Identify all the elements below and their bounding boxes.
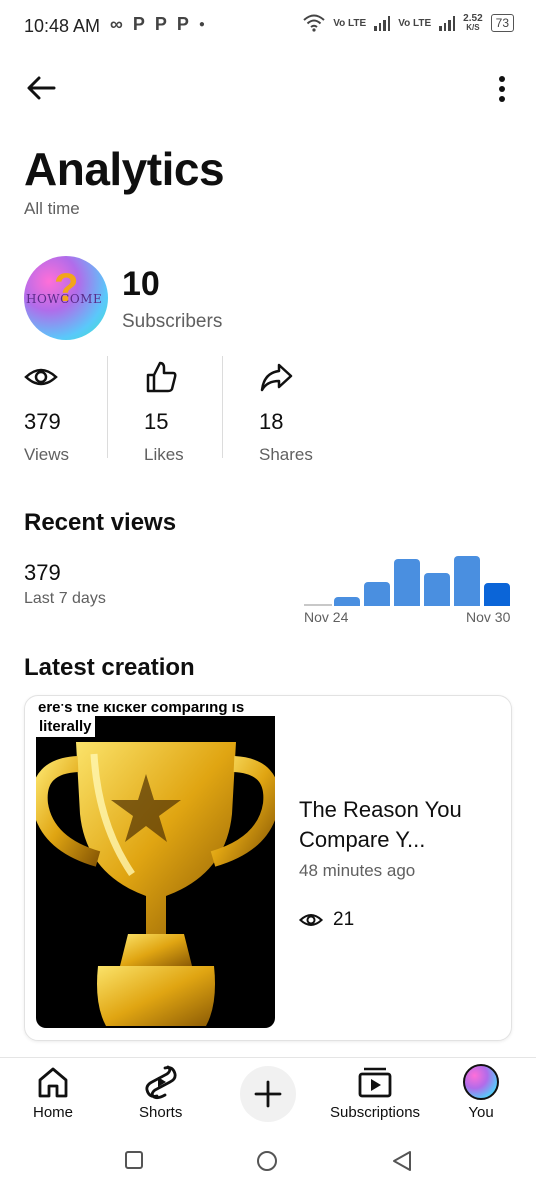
nav-subscriptions[interactable]: Subscriptions xyxy=(330,1064,420,1121)
video-thumbnail[interactable]: ere's the kicker comparing is literally xyxy=(36,704,275,1028)
stat-shares: 18 Shares xyxy=(259,360,313,465)
chart-bar xyxy=(454,556,480,606)
nav-home[interactable]: Home xyxy=(33,1064,73,1121)
stat-divider xyxy=(222,356,223,458)
status-right-icons: Vo LTE Vo LTE 2.52 K/S 73 xyxy=(303,14,514,32)
status-bar: 10:48 AM ∞ P P P ● Vo LTE Vo LTE 2.52 K/S… xyxy=(0,0,536,52)
signal-icon xyxy=(374,15,391,31)
subscribers-label: Subscribers xyxy=(122,311,223,332)
eye-icon xyxy=(24,368,58,386)
recent-views-period: Last 7 days xyxy=(24,590,106,607)
arrow-left-icon xyxy=(27,76,56,100)
avatar-logo-text: HOWCOME xyxy=(26,292,103,306)
system-home-button[interactable] xyxy=(256,1150,278,1177)
wifi-icon xyxy=(303,14,325,32)
page-title: Analytics xyxy=(24,143,225,195)
chart-bar xyxy=(394,559,420,606)
signal-icon xyxy=(439,15,456,31)
share-icon xyxy=(260,363,293,392)
status-time: 10:48 AM xyxy=(24,16,101,36)
chart-bar xyxy=(334,597,360,606)
views-label: Views xyxy=(24,445,70,464)
subscribers-count: 10 xyxy=(122,265,160,303)
stat-divider xyxy=(107,356,108,458)
more-options-button[interactable] xyxy=(488,74,516,106)
nav-home-label: Home xyxy=(33,1104,74,1121)
system-back-button[interactable] xyxy=(392,1150,412,1177)
avatar-icon xyxy=(463,1064,499,1100)
system-recents-button[interactable] xyxy=(124,1150,144,1175)
p-icon: P xyxy=(176,14,189,34)
recent-views-chart[interactable] xyxy=(304,550,512,606)
square-icon xyxy=(125,1151,143,1169)
chart-bar xyxy=(424,573,450,606)
nav-shorts-label: Shorts xyxy=(139,1104,183,1121)
volte-icon: Vo LTE xyxy=(398,17,432,29)
likes-label: Likes xyxy=(144,445,184,464)
shares-value: 18 xyxy=(259,409,284,434)
net-speed: 2.52 K/S xyxy=(463,13,483,33)
triangle-back-icon xyxy=(393,1151,411,1171)
channel-avatar[interactable]: ? HOWCOME xyxy=(24,256,108,340)
subscriptions-icon xyxy=(358,1067,392,1098)
bottom-nav-divider xyxy=(0,1057,536,1058)
video-views: 21 xyxy=(299,908,354,932)
views-value: 379 xyxy=(24,409,61,434)
create-button[interactable] xyxy=(240,1066,296,1122)
home-icon xyxy=(38,1067,68,1098)
shorts-icon xyxy=(145,1065,177,1100)
infinity-icon: ∞ xyxy=(110,14,123,34)
status-left-icons: ∞ P P P ● xyxy=(110,14,205,35)
more-vert-icon xyxy=(499,76,505,102)
eye-icon xyxy=(299,914,323,926)
nav-shorts[interactable]: Shorts xyxy=(139,1064,182,1121)
latest-creation-title: Latest creation xyxy=(24,654,195,681)
volte-icon: Vo LTE xyxy=(333,17,367,29)
p-icon: P xyxy=(132,14,145,34)
dot-icon: ● xyxy=(198,19,205,30)
time-range-label: All time xyxy=(24,199,80,218)
likes-value: 15 xyxy=(144,409,169,434)
recent-views-value: 379 xyxy=(24,560,61,585)
x-tick-label-end: Nov 30 xyxy=(466,609,511,625)
p-icon: P xyxy=(154,14,167,34)
video-views-count: 21 xyxy=(333,909,355,930)
battery-indicator: 73 xyxy=(490,14,514,32)
back-button[interactable] xyxy=(24,70,60,106)
x-tick-label-start: Nov 24 xyxy=(304,609,349,625)
nav-subscriptions-label: Subscriptions xyxy=(330,1104,421,1121)
nav-you[interactable]: You xyxy=(463,1064,499,1121)
chart-bar xyxy=(484,583,510,606)
chart-baseline xyxy=(304,604,332,606)
shares-label: Shares xyxy=(259,445,313,464)
recent-views-title: Recent views xyxy=(24,509,177,536)
circle-icon xyxy=(257,1151,277,1171)
plus-icon xyxy=(254,1080,282,1108)
video-title[interactable]: The Reason You Compare Y... xyxy=(299,795,499,855)
video-published-time: 48 minutes ago xyxy=(299,861,416,880)
thumbs-up-icon xyxy=(146,361,177,393)
trophy-icon xyxy=(36,742,275,1026)
stat-views: 379 Views xyxy=(24,360,69,465)
chart-bar xyxy=(364,582,390,606)
stat-likes: 15 Likes xyxy=(144,360,184,465)
nav-you-label: You xyxy=(468,1104,494,1121)
